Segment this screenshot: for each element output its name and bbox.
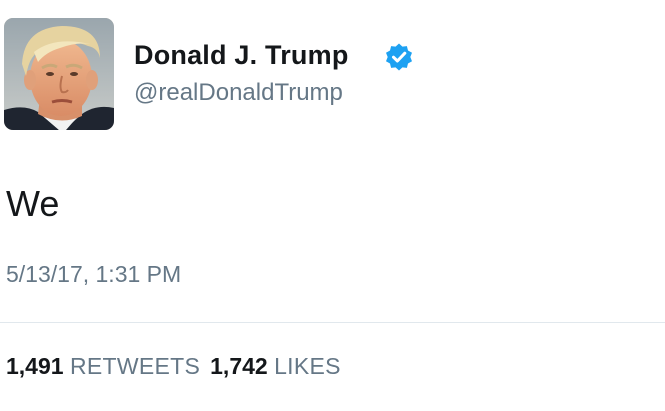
divider [0,322,665,323]
retweets-count: 1,491 [6,353,64,379]
retweets-stat[interactable]: 1,491 RETWEETS [6,353,200,379]
display-name[interactable]: Donald J. Trump [134,40,349,71]
tweet-timestamp[interactable]: 5/13/17, 1:31 PM [6,261,181,288]
profile-photo [4,18,114,130]
engagement-stats: 1,491 RETWEETS 1,742 LIKES [6,353,341,380]
tweet-card: Donald J. Trump @realDonaldTrump We 5/13… [0,0,665,411]
verified-badge-icon [386,43,412,71]
likes-stat[interactable]: 1,742 LIKES [210,353,341,379]
avatar[interactable] [4,18,114,130]
tweet-text: We [6,183,60,224]
likes-count: 1,742 [210,353,268,379]
user-handle[interactable]: @realDonaldTrump [134,79,343,107]
likes-label: LIKES [274,353,341,379]
retweets-label: RETWEETS [69,353,201,379]
